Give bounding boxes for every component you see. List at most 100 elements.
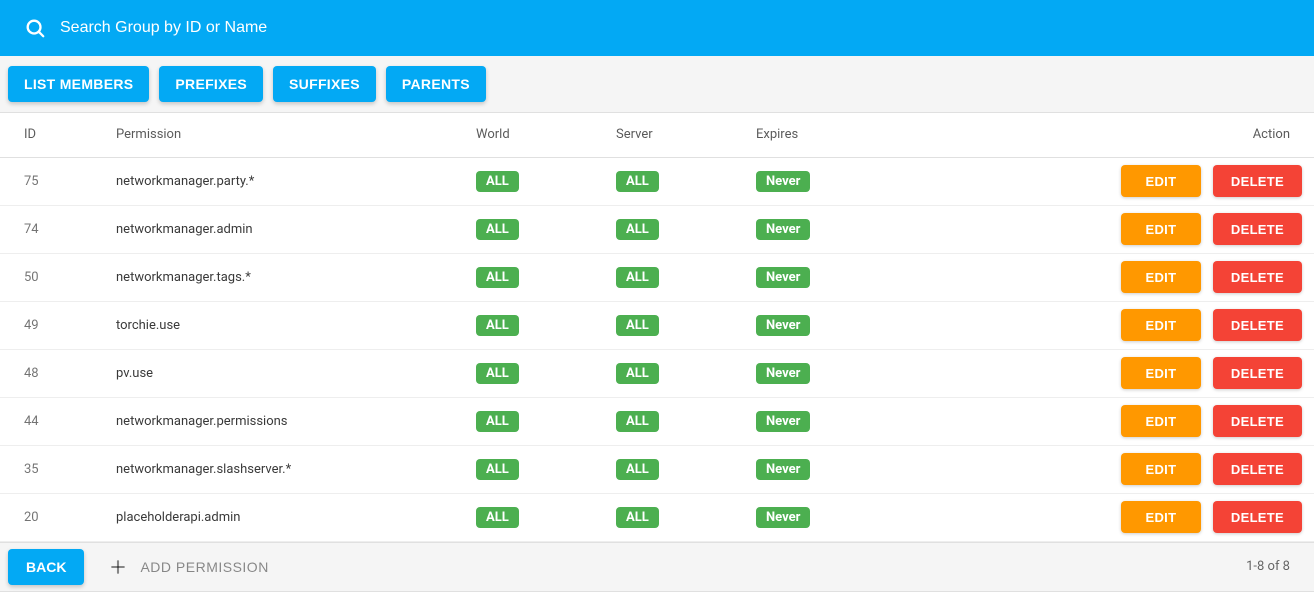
delete-button[interactable]: DELETE [1213,405,1302,437]
edit-button[interactable]: EDIT [1121,261,1201,293]
delete-button[interactable]: DELETE [1213,165,1302,197]
cell-world: ALL [460,157,600,205]
server-chip: ALL [616,267,659,288]
cell-world: ALL [460,205,600,253]
cell-id: 48 [0,349,100,397]
cell-server: ALL [600,445,740,493]
cell-actions: EDIT DELETE [940,349,1314,397]
table-row: 20placeholderapi.adminALLALLNeverEDITDEL… [0,493,1314,541]
column-header-server: Server [600,113,740,157]
cell-server: ALL [600,253,740,301]
table-row: 50networkmanager.tags.* ALL ALL Never EDIT DE… [0,253,1314,301]
expires-chip: Never [756,507,810,528]
edit-button[interactable]: EDIT [1121,501,1201,533]
world-chip: ALL [476,267,519,288]
cell-expires: Never [740,493,940,541]
add-permission-button[interactable]: ADD PERMISSION [108,557,268,577]
world-chip: ALL [476,507,519,528]
cell-expires: Never [740,157,940,205]
table-row: 48pv.use ALL ALL Never EDIT DELETE [0,349,1314,397]
edit-button[interactable]: EDIT [1121,165,1201,197]
plus-icon [108,557,128,577]
expires-chip: Never [756,411,810,432]
world-chip: ALL [476,363,519,384]
cell-world: ALL [460,301,600,349]
cell-actions: EDIT DELETE [940,445,1314,493]
cell-id: 49 [0,301,100,349]
table-row: 35networkmanager.slashserver.*ALLALLNeve… [0,445,1314,493]
pagination-info: 1-8 of 8 [1246,559,1290,574]
table-row: 74networkmanager.adminALLALLNeverEDITDEL… [0,205,1314,253]
tab-parents[interactable]: PARENTS [386,66,486,102]
cell-expires: Never [740,445,940,493]
delete-button[interactable]: DELETE [1213,501,1302,533]
cell-server: ALL [600,349,740,397]
delete-button[interactable]: DELETE [1213,309,1302,341]
cell-id: 44 [0,397,100,445]
delete-button[interactable]: DELETE [1213,357,1302,389]
expires-chip: Never [756,363,810,384]
server-chip: ALL [616,507,659,528]
column-header-action: Action [940,113,1314,157]
cell-permission: placeholderapi.admin [100,493,460,541]
edit-button[interactable]: EDIT [1121,309,1201,341]
edit-button[interactable]: EDIT [1121,357,1201,389]
column-header-permission: Permission [100,113,460,157]
cell-permission: torchie.use [100,301,460,349]
cell-actions: EDIT DELETE [940,253,1314,301]
cell-permission: networkmanager.party.* [100,157,460,205]
tab-suffixes[interactable]: SUFFIXES [273,66,376,102]
cell-world: ALL [460,445,600,493]
expires-chip: Never [756,267,810,288]
expires-chip: Never [756,219,810,240]
tab-bar: LIST MEMBERS PREFIXES SUFFIXES PARENTS [0,56,1314,113]
back-button[interactable]: BACK [8,549,84,585]
table-row: 75networkmanager.party.*ALLALLNeverEDITD… [0,157,1314,205]
server-chip: ALL [616,411,659,432]
delete-button[interactable]: DELETE [1213,261,1302,293]
footer-bar: BACK ADD PERMISSION 1-8 of 8 [0,542,1314,592]
cell-permission: networkmanager.slashserver.* [100,445,460,493]
tab-prefixes[interactable]: PREFIXES [159,66,263,102]
delete-button[interactable]: DELETE [1213,453,1302,485]
add-permission-label: ADD PERMISSION [140,559,268,575]
cell-actions: EDIT DELETE [940,205,1314,253]
cell-server: ALL [600,301,740,349]
column-header-id: ID [0,113,100,157]
cell-actions: EDIT DELETE [940,397,1314,445]
search-input[interactable] [60,19,1290,37]
edit-button[interactable]: EDIT [1121,405,1201,437]
search-icon [24,17,46,39]
cell-server: ALL [600,493,740,541]
cell-permission: networkmanager.admin [100,205,460,253]
cell-actions: EDIT DELETE [940,157,1314,205]
server-chip: ALL [616,315,659,336]
permissions-table: ID Permission World Server Expires Actio… [0,113,1314,542]
world-chip: ALL [476,459,519,480]
cell-world: ALL [460,349,600,397]
world-chip: ALL [476,219,519,240]
tab-list-members[interactable]: LIST MEMBERS [8,66,149,102]
cell-id: 50 [0,253,100,301]
cell-world: ALL [460,397,600,445]
table-row: 49torchie.useALLALLNeverEDITDELETE [0,301,1314,349]
cell-expires: Never [740,397,940,445]
server-chip: ALL [616,459,659,480]
cell-world: ALL [460,253,600,301]
expires-chip: Never [756,459,810,480]
cell-actions: EDIT DELETE [940,493,1314,541]
cell-id: 75 [0,157,100,205]
server-chip: ALL [616,171,659,192]
server-chip: ALL [616,219,659,240]
cell-permission: networkmanager.tags.* [100,253,460,301]
cell-server: ALL [600,205,740,253]
delete-button[interactable]: DELETE [1213,213,1302,245]
cell-expires: Never [740,253,940,301]
cell-expires: Never [740,205,940,253]
cell-permission: pv.use [100,349,460,397]
edit-button[interactable]: EDIT [1121,213,1201,245]
cell-expires: Never [740,349,940,397]
cell-world: ALL [460,493,600,541]
edit-button[interactable]: EDIT [1121,453,1201,485]
column-header-expires: Expires [740,113,940,157]
